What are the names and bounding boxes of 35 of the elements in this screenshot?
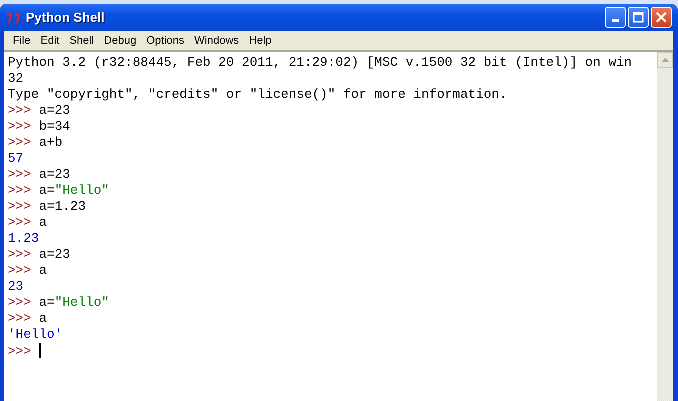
code-line: >>> a=23	[8, 103, 70, 119]
menu-item[interactable]: Edit	[36, 34, 65, 46]
up-arrow-icon	[662, 58, 668, 62]
code-line: >>> a=23	[8, 167, 70, 183]
code-line: 1.23	[8, 231, 40, 247]
window-title: Python Shell	[26, 10, 106, 25]
app-icon	[6, 10, 22, 24]
menu-item[interactable]: Help	[244, 34, 277, 46]
maximize-icon	[633, 12, 644, 23]
code-line: >>> a="Hello"	[8, 295, 110, 311]
code-line: 32	[8, 71, 24, 87]
code-line: >>> a="Hello"	[8, 183, 110, 199]
code-line: >>> a=1.23	[8, 199, 86, 215]
code-line: >>> a=23	[8, 247, 70, 263]
code-line: >>> b=34	[8, 119, 70, 135]
code-line: 'Hello'	[8, 327, 63, 343]
minimize-button[interactable]	[605, 7, 626, 28]
maximize-button[interactable]	[628, 7, 649, 28]
code-line: >>> a	[8, 263, 48, 279]
code-line: >>> a	[8, 215, 48, 231]
code-line: >>> a+b	[8, 135, 63, 151]
close-button[interactable]	[651, 7, 672, 28]
menu-item[interactable]: Shell	[64, 34, 100, 46]
code-line: Type "copyright", "credits" or "license()" for more information.	[8, 87, 508, 103]
code-line: >>>	[8, 343, 42, 360]
menu-item[interactable]: Debug	[99, 34, 142, 46]
code-line: 23	[8, 279, 24, 295]
menu-item[interactable]: File	[8, 34, 36, 46]
menu-item[interactable]: Options	[142, 34, 190, 46]
code-line: Python 3.2 (r32:88445, Feb 20 2011, 21:29:02) [MSC v.1500 32 bit (Intel)] on win	[8, 55, 632, 71]
menu-item[interactable]: Windows	[190, 34, 244, 46]
code-line: 57	[8, 151, 24, 167]
code-line: >>> a	[8, 311, 48, 327]
text-cursor	[39, 343, 42, 358]
close-icon	[656, 12, 667, 23]
